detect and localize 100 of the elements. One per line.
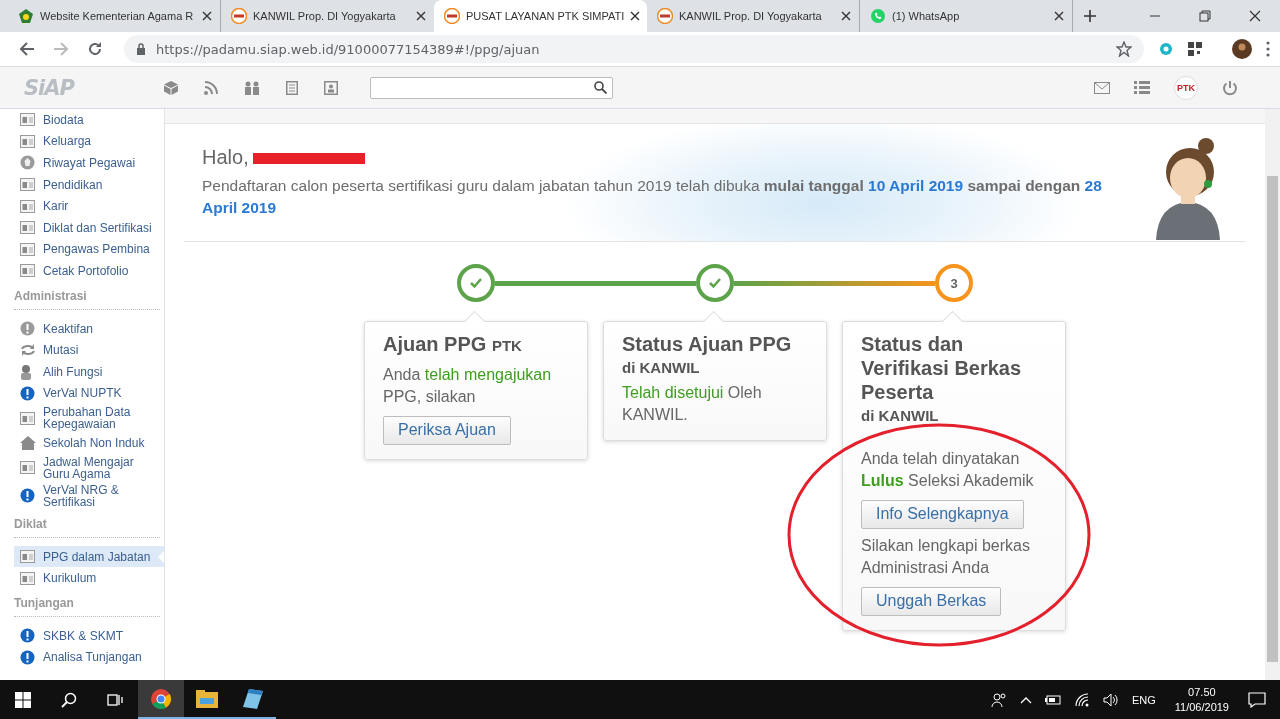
back-icon[interactable]	[19, 41, 35, 57]
new-tab-icon[interactable]	[1083, 9, 1097, 23]
reload-icon[interactable]	[87, 41, 103, 57]
card-subtitle: di KANWIL	[622, 359, 701, 376]
rss-icon[interactable]	[204, 80, 218, 95]
action-button[interactable]: Periksa Ajuan	[383, 416, 511, 445]
windows-start-icon[interactable]	[15, 691, 31, 708]
sidebar-item[interactable]: Alih Fungsi	[0, 360, 164, 383]
language-indicator[interactable]: ENG	[1131, 693, 1156, 706]
scrollbar-thumb[interactable]	[1267, 176, 1278, 662]
sidebar-item[interactable]: Biodata	[0, 109, 164, 131]
action-button[interactable]: Info Selengkapnya	[861, 500, 1024, 529]
contact-card-icon[interactable]	[324, 80, 338, 95]
sidebar-item[interactable]: Pengawas Pembina	[0, 238, 164, 261]
close-icon[interactable]	[416, 11, 426, 21]
person-icon	[20, 363, 32, 380]
sidebar-item[interactable]: Cetak Portofolio	[0, 260, 164, 282]
badge-icon	[20, 155, 35, 171]
more-menu-icon[interactable]	[1266, 41, 1270, 57]
restore-icon[interactable]	[1199, 10, 1211, 22]
sidebar-item[interactable]: Sekolah Non Induk	[0, 432, 164, 454]
sidebar-item[interactable]: Perubahan Data Kepegawaian	[0, 404, 164, 433]
qr-code-icon[interactable]	[1188, 42, 1202, 56]
exclamation-icon	[20, 385, 35, 401]
sidebar-item[interactable]: Keluarga	[0, 130, 164, 153]
exclamation-icon	[20, 321, 35, 337]
section-heading: Administrasi	[14, 288, 87, 303]
search-icon[interactable]	[61, 691, 77, 708]
address-bar[interactable]: https://padamu.siap.web.id/91000077154389#!/ppg/ajuan	[124, 35, 1144, 63]
close-icon[interactable]	[841, 11, 851, 21]
star-icon[interactable]	[1116, 41, 1132, 57]
lock-icon	[136, 43, 146, 55]
sync-icon	[20, 343, 36, 358]
sidebar-item[interactable]: Karir	[0, 195, 164, 217]
id-card-icon	[20, 264, 35, 278]
notepad-icon[interactable]	[243, 688, 263, 709]
exclamation-icon	[20, 649, 35, 665]
avatar-icon[interactable]	[1232, 39, 1252, 59]
card-text: Silakan lengkapi berkas Administrasi Anda	[861, 536, 1031, 578]
browser-tab[interactable]: PUSAT LAYANAN PTK SIMPATI	[434, 0, 647, 32]
close-icon[interactable]	[1249, 10, 1261, 22]
id-card-icon	[20, 134, 35, 148]
sidebar-item[interactable]: Diklat dan Sertifikasi	[0, 216, 164, 239]
mail-icon[interactable]	[1094, 81, 1110, 94]
task-view-icon[interactable]	[107, 691, 123, 708]
sidebar-item[interactable]: VerVal NUPTK	[0, 382, 164, 405]
card-title: Status Ajuan PPG	[622, 332, 793, 356]
sidebar-item[interactable]: Riwayat Pegawai	[0, 152, 164, 174]
sidebar-item[interactable]: Kurikulum	[0, 567, 164, 589]
sidebar-item[interactable]: VerVal NRG & Sertifikasi	[0, 481, 164, 510]
id-card-icon	[20, 550, 35, 563]
notification-icon[interactable]	[1248, 691, 1266, 708]
id-card-icon	[20, 221, 35, 235]
cube-icon[interactable]	[164, 80, 178, 95]
emblem-icon	[18, 8, 34, 24]
sidebar-item[interactable]: Jadwal Mengajar Guru Agama	[0, 453, 164, 482]
step-number: 3	[935, 264, 973, 302]
profile-badge[interactable]: PTK	[1174, 75, 1198, 100]
whatsapp-icon	[870, 8, 886, 24]
id-card-icon	[20, 199, 35, 213]
id-card-icon	[20, 178, 35, 192]
siap-favicon-icon	[657, 8, 673, 24]
section-heading: Diklat	[14, 516, 47, 531]
chrome-icon[interactable]	[150, 687, 172, 710]
action-button[interactable]: Unggah Berkas	[861, 587, 1002, 616]
card-text: Telah disetujui Oleh KANWIL.	[622, 383, 763, 425]
clock[interactable]: 07.50 11/06/2019	[1174, 684, 1229, 715]
power-icon[interactable]	[1222, 79, 1238, 96]
search-field[interactable]	[370, 76, 613, 99]
close-icon[interactable]	[1054, 11, 1064, 21]
id-card-icon	[20, 571, 35, 585]
close-icon[interactable]	[202, 11, 212, 21]
card-subtitle: di KANWIL	[861, 407, 940, 424]
section-heading: Tunjangan	[14, 595, 74, 610]
folder-icon[interactable]	[196, 689, 218, 708]
wifi-icon[interactable]	[1073, 692, 1090, 707]
battery-icon[interactable]	[1044, 694, 1061, 705]
check-icon	[708, 277, 722, 289]
sidebar-item[interactable]: Pendidikan	[0, 173, 164, 196]
caret-icon[interactable]	[1019, 695, 1032, 704]
sidebar-item[interactable]: Mutasi	[0, 339, 164, 361]
siap-favicon-icon	[231, 8, 247, 24]
exclamation-icon	[20, 488, 35, 504]
card-text: Anda telah mengajukan PPG, silakan	[383, 365, 553, 407]
document-icon[interactable]	[286, 80, 298, 95]
sidebar-item[interactable]: Keaktifan	[0, 317, 164, 340]
volume-icon[interactable]	[1102, 692, 1119, 707]
sidebar-item[interactable]: Analisa Tunjangan	[0, 646, 164, 669]
id-card-icon	[20, 113, 35, 127]
id-card-icon	[20, 242, 35, 256]
sidebar-item[interactable]: SKBK & SKMT	[0, 624, 164, 647]
id-card-icon	[20, 411, 35, 425]
list-icon[interactable]	[1134, 81, 1150, 94]
check-icon	[469, 277, 483, 289]
card-text: Anda telah dinyatakan Lulus Seleksi Akademik	[861, 449, 1035, 491]
sidebar-item[interactable]: PPG dalam Jabatan	[14, 545, 164, 568]
people-icon[interactable]	[990, 691, 1007, 708]
id-card-icon	[20, 461, 35, 475]
close-icon[interactable]	[630, 11, 641, 21]
exclamation-icon	[20, 628, 35, 644]
